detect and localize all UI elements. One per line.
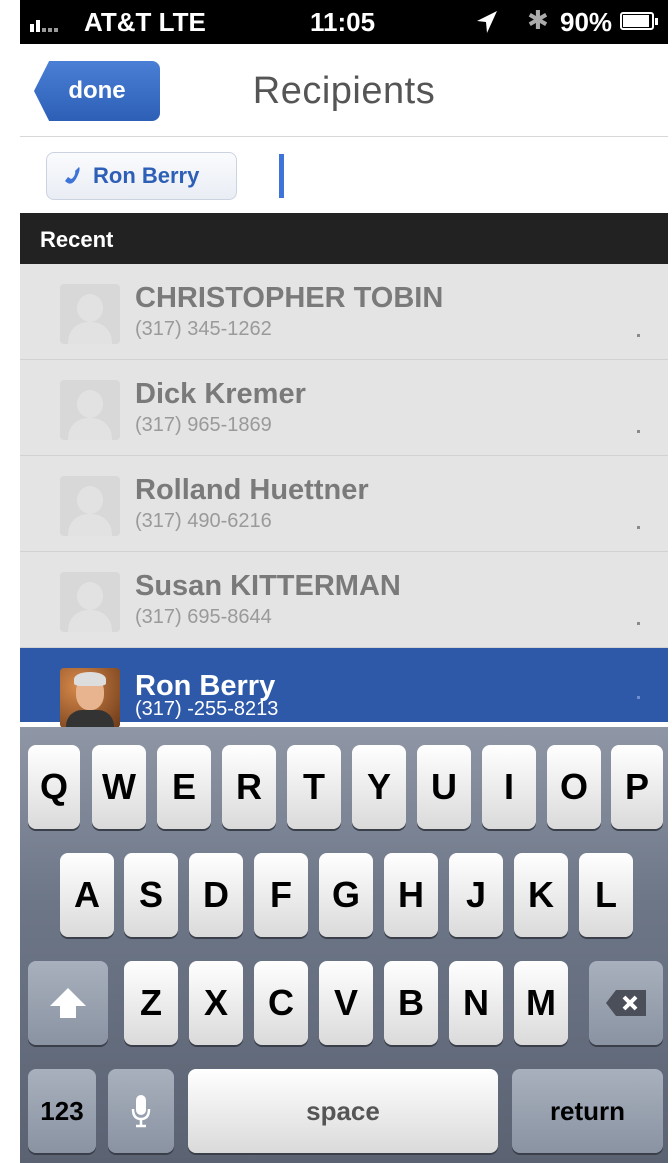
key-k[interactable]: K (514, 853, 568, 937)
key-m[interactable]: M (514, 961, 568, 1045)
battery-percent: 90% (560, 7, 613, 37)
shift-arrow-icon (50, 988, 86, 1018)
contact-row[interactable]: Rolland Huettner (317) 490-6216 (20, 456, 668, 552)
key-e[interactable]: E (157, 745, 211, 829)
space-key[interactable]: space (188, 1069, 498, 1153)
key-o[interactable]: O (547, 745, 601, 829)
row-dot (637, 696, 640, 699)
key-j[interactable]: J (449, 853, 503, 937)
text-cursor (279, 154, 284, 198)
contact-row-selected[interactable]: Ron Berry (317) -255-8213 (20, 648, 668, 728)
key-z[interactable]: Z (124, 961, 178, 1045)
recipient-chip[interactable]: Ron Berry (46, 152, 237, 200)
contact-phone: (317) 965-1869 (135, 414, 272, 436)
row-dot (637, 526, 640, 529)
backspace-icon (606, 990, 646, 1016)
contact-phone: (317) -255-8213 (135, 698, 279, 720)
key-s[interactable]: S (124, 853, 178, 937)
key-w[interactable]: W (92, 745, 146, 829)
contact-name: CHRISTOPHER TOBIN (135, 282, 444, 314)
section-title: Recent (40, 227, 114, 252)
status-bar: AT&T LTE 11:05 ✱ 90% (20, 0, 668, 44)
clock: 11:05 (310, 7, 376, 37)
avatar-placeholder-icon (60, 572, 120, 632)
key-t[interactable]: T (287, 745, 341, 829)
key-q[interactable]: Q (28, 745, 80, 829)
numbers-key[interactable]: 123 (28, 1069, 96, 1153)
contact-phone: (317) 695-8644 (135, 606, 272, 628)
key-a[interactable]: A (60, 853, 114, 937)
row-dot (637, 622, 640, 625)
key-d[interactable]: D (189, 853, 243, 937)
microphone-icon (131, 1095, 151, 1128)
row-dot (637, 430, 640, 433)
recipient-chip-label: Ron Berry (93, 163, 200, 188)
return-key[interactable]: return (512, 1069, 663, 1153)
page-title: Recipients (252, 70, 436, 112)
contact-row[interactable]: Dick Kremer (317) 965-1869 (20, 360, 668, 456)
key-g[interactable]: G (319, 853, 373, 937)
key-y[interactable]: Y (352, 745, 406, 829)
key-x[interactable]: X (189, 961, 243, 1045)
avatar-placeholder-icon (60, 284, 120, 344)
contact-row[interactable]: CHRISTOPHER TOBIN (317) 345-1262 (20, 264, 668, 360)
avatar (60, 668, 120, 728)
signal-icon (30, 8, 58, 32)
dictation-key[interactable] (108, 1069, 174, 1153)
key-v[interactable]: V (319, 961, 373, 1045)
key-p[interactable]: P (611, 745, 663, 829)
battery-icon (620, 12, 658, 30)
key-b[interactable]: B (384, 961, 438, 1045)
contact-row[interactable]: Susan KITTERMAN (317) 695-8644 (20, 552, 668, 648)
key-n[interactable]: N (449, 961, 503, 1045)
contact-list: CHRISTOPHER TOBIN (317) 345-1262 Dick Kr… (20, 264, 668, 728)
key-l[interactable]: L (579, 853, 633, 937)
row-dot (637, 334, 640, 337)
key-f[interactable]: F (254, 853, 308, 937)
backspace-key[interactable] (589, 961, 663, 1045)
key-u[interactable]: U (417, 745, 471, 829)
contact-name: Susan KITTERMAN (135, 570, 401, 602)
contact-phone: (317) 490-6216 (135, 510, 272, 532)
key-c[interactable]: C (254, 961, 308, 1045)
nav-bar: done Recipients (20, 44, 668, 137)
contact-name: Rolland Huettner (135, 474, 369, 506)
key-r[interactable]: R (222, 745, 276, 829)
carrier-label: AT&T LTE (84, 7, 206, 37)
recipient-field[interactable]: Ron Berry (20, 137, 668, 213)
avatar-placeholder-icon (60, 476, 120, 536)
key-i[interactable]: I (482, 745, 536, 829)
bluetooth-icon: ✱ (527, 5, 549, 35)
shift-key[interactable] (28, 961, 108, 1045)
screen: AT&T LTE 11:05 ✱ 90% done Recipients Ron… (20, 0, 668, 1163)
location-arrow-icon (477, 11, 497, 33)
contact-name: Dick Kremer (135, 378, 306, 410)
key-h[interactable]: H (384, 853, 438, 937)
contact-phone: (317) 345-1262 (135, 318, 272, 340)
phone-icon (65, 167, 80, 184)
section-header-recent: Recent (20, 213, 668, 264)
avatar-placeholder-icon (60, 380, 120, 440)
keyboard: Q W E R T Y U I O P A S D F G H J K L Z … (20, 727, 668, 1163)
